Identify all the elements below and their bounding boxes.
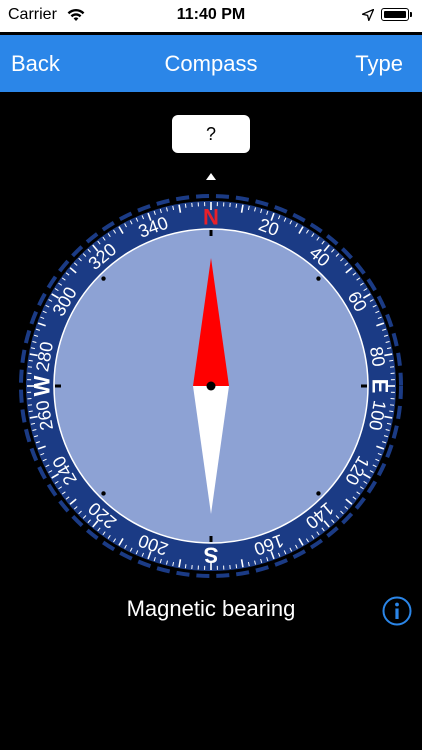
dial-tick: [389, 410, 394, 413]
battery-icon: [381, 8, 412, 21]
navigation-bar: Compass Back Type: [0, 35, 422, 92]
dial-tick: [184, 564, 187, 569]
compass-dial[interactable]: 2040608010012014016020022024026028030032…: [0, 165, 422, 587]
cardinal-n-label: N: [203, 205, 219, 230]
status-time: 11:40 PM: [176, 6, 246, 23]
bearing-readout: ?: [172, 115, 250, 153]
face-dot: [101, 276, 106, 281]
dial-tick: [28, 359, 33, 362]
dial-tick: [184, 203, 187, 208]
dial-tick: [235, 203, 238, 208]
dial-tick: [28, 410, 33, 413]
dial-number-label: 80: [366, 345, 389, 368]
cardinal-s-label: S: [204, 543, 219, 568]
type-button[interactable]: Type: [355, 35, 403, 92]
back-button[interactable]: Back: [11, 35, 60, 92]
needle-pivot: [206, 381, 216, 391]
dial-tick: [389, 359, 394, 362]
status-bar: Carrier 11:40 PM: [0, 0, 422, 32]
dial-tick: [235, 564, 238, 569]
cardinal-e-label: E: [368, 379, 393, 394]
heading-marker-icon: [206, 173, 216, 180]
magnetic-bearing-label: Magnetic bearing: [126, 596, 296, 621]
cardinal-w-label: W: [30, 375, 55, 396]
location-arrow-icon: [362, 9, 374, 21]
info-icon[interactable]: [382, 596, 412, 626]
face-dot: [316, 491, 321, 496]
face-dot: [101, 491, 106, 496]
face-dot: [316, 276, 321, 281]
